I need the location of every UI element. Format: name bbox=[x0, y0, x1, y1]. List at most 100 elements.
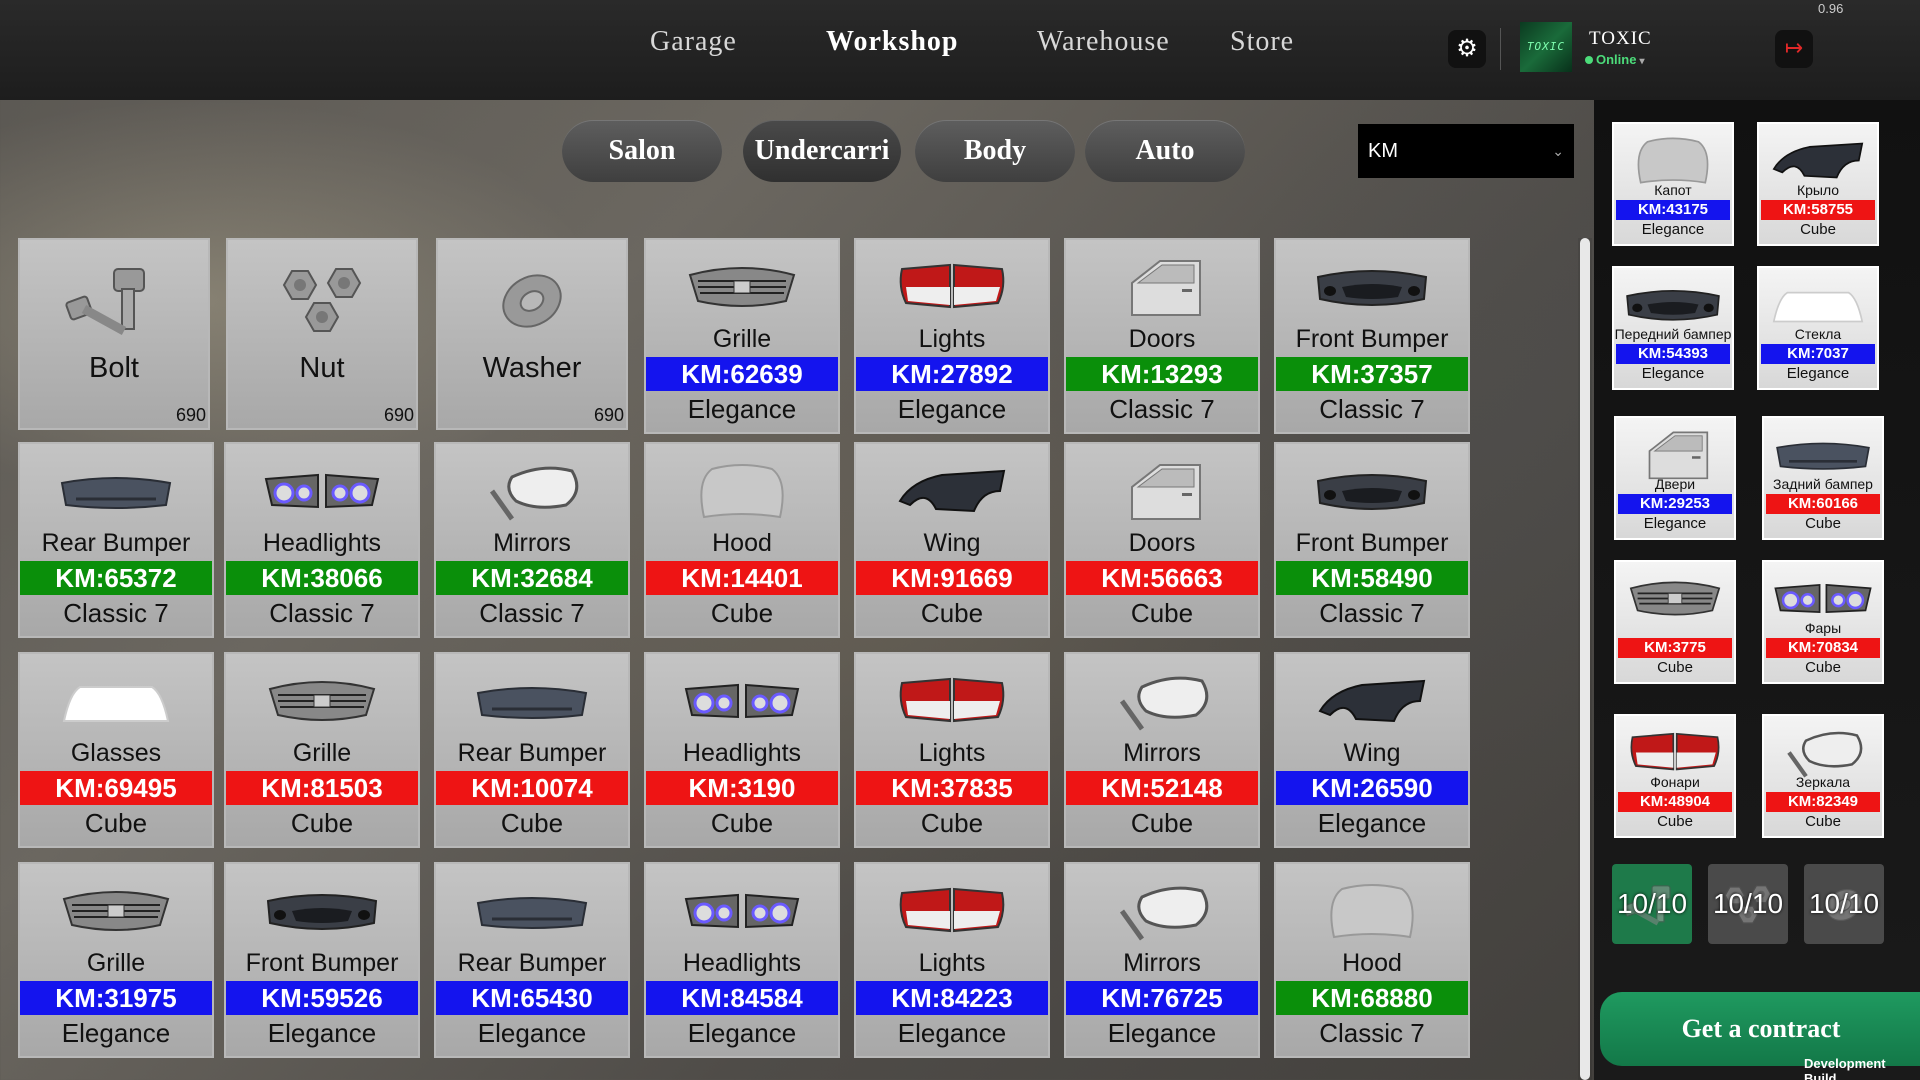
avatar[interactable]: TOXIC bbox=[1520, 22, 1572, 72]
part-card[interactable]: Wing KM:26590 Elegance bbox=[1274, 652, 1470, 848]
part-card[interactable]: Grille KM:81503 Cube bbox=[224, 652, 420, 848]
part-card[interactable]: Rear Bumper KM:65372 Classic 7 bbox=[18, 442, 214, 638]
km-badge: KM:14401 bbox=[646, 561, 838, 595]
part-card[interactable]: Headlights KM:3190 Cube bbox=[644, 652, 840, 848]
required-part-card[interactable]: Задний бампер KM:60166 Cube bbox=[1762, 416, 1884, 540]
part-name: Wing bbox=[923, 529, 981, 557]
part-card[interactable]: Doors KM:56663 Cube bbox=[1064, 442, 1260, 638]
part-card[interactable]: Bolt 690 bbox=[18, 238, 210, 430]
part-card[interactable]: Headlights KM:84584 Elegance bbox=[644, 862, 840, 1058]
part-card[interactable]: Wing KM:91669 Cube bbox=[854, 442, 1050, 638]
km-badge: KM:84223 bbox=[856, 981, 1048, 1015]
required-part-variant: Elegance bbox=[1641, 365, 1705, 382]
hardware-slot[interactable]: 10/10 bbox=[1804, 864, 1884, 944]
required-part-card[interactable]: Крыло KM:58755 Cube bbox=[1757, 122, 1879, 246]
headlights-icon bbox=[646, 666, 838, 736]
part-name: Hood bbox=[712, 529, 772, 557]
required-part-name: Зеркала bbox=[1795, 774, 1851, 790]
tab-salon[interactable]: Salon bbox=[562, 120, 722, 182]
part-variant: Classic 7 bbox=[479, 598, 585, 628]
part-card[interactable]: Headlights KM:38066 Classic 7 bbox=[224, 442, 420, 638]
exit-button[interactable]: ↦ bbox=[1775, 30, 1813, 68]
part-name: Lights bbox=[918, 739, 986, 767]
part-card[interactable]: Washer 690 bbox=[436, 238, 628, 430]
headlights-icon bbox=[226, 456, 418, 526]
part-name: Hood bbox=[1342, 949, 1402, 977]
required-part-card[interactable]: Стекла KM:7037 Elegance bbox=[1757, 266, 1879, 390]
required-part-card[interactable]: Капот KM:43175 Elegance bbox=[1612, 122, 1734, 246]
part-card[interactable]: Grille KM:31975 Elegance bbox=[18, 862, 214, 1058]
part-name: Lights bbox=[918, 949, 986, 977]
scrollbar-thumb[interactable] bbox=[1580, 238, 1590, 1080]
part-name: Mirrors bbox=[1123, 949, 1201, 977]
part-card[interactable]: Hood KM:68880 Classic 7 bbox=[1274, 862, 1470, 1058]
part-count: 690 bbox=[383, 405, 414, 425]
part-card[interactable]: Mirrors KM:52148 Cube bbox=[1064, 652, 1260, 848]
required-part-card[interactable]: Передний бампер KM:54393 Elegance bbox=[1612, 266, 1734, 390]
wing-icon bbox=[856, 456, 1048, 526]
part-variant: Cube bbox=[710, 808, 774, 838]
required-part-card[interactable]: Двери KM:29253 Elegance bbox=[1614, 416, 1736, 540]
required-part-card[interactable]: Фары KM:70834 Cube bbox=[1762, 560, 1884, 684]
part-variant: Elegance bbox=[687, 394, 797, 424]
part-card[interactable]: Lights KM:84223 Elegance bbox=[854, 862, 1050, 1058]
part-card[interactable]: Mirrors KM:32684 Classic 7 bbox=[434, 442, 630, 638]
mirror-icon bbox=[436, 456, 628, 526]
hood-icon bbox=[646, 456, 838, 526]
part-variant: Cube bbox=[710, 598, 774, 628]
gear-icon: ⚙ bbox=[1456, 35, 1478, 62]
part-variant: Elegance bbox=[477, 1018, 587, 1048]
part-card[interactable]: Front Bumper KM:37357 Classic 7 bbox=[1274, 238, 1470, 434]
part-name: Grille bbox=[712, 325, 772, 353]
required-part-card[interactable]: KM:3775 Cube bbox=[1614, 560, 1736, 684]
get-contract-button[interactable]: Get a contract bbox=[1600, 992, 1920, 1066]
hardware-slot[interactable]: 10/10 bbox=[1708, 864, 1788, 944]
part-card[interactable]: Hood KM:14401 Cube bbox=[644, 442, 840, 638]
nav-warehouse[interactable]: Warehouse bbox=[1037, 26, 1170, 58]
part-card[interactable]: Doors KM:13293 Classic 7 bbox=[1064, 238, 1260, 434]
part-card[interactable]: Lights KM:27892 Elegance bbox=[854, 238, 1050, 434]
part-variant: Cube bbox=[500, 808, 564, 838]
part-card[interactable]: Nut 690 bbox=[226, 238, 418, 430]
washer-icon bbox=[438, 252, 626, 348]
part-card[interactable]: Rear Bumper KM:10074 Cube bbox=[434, 652, 630, 848]
hardware-slot[interactable]: 10/10 bbox=[1612, 864, 1692, 944]
km-badge: KM:81503 bbox=[226, 771, 418, 805]
part-name: Washer bbox=[482, 352, 582, 384]
part-name: Grille bbox=[292, 739, 352, 767]
status-badge[interactable]: Online ▾ bbox=[1585, 52, 1644, 67]
part-card[interactable]: Front Bumper KM:59526 Elegance bbox=[224, 862, 420, 1058]
required-part-card[interactable]: Фонари KM:48904 Cube bbox=[1614, 714, 1736, 838]
km-badge: KM:70834 bbox=[1766, 638, 1880, 658]
hood-icon bbox=[1276, 876, 1468, 946]
km-badge: KM:43175 bbox=[1616, 200, 1730, 220]
tab-body[interactable]: Body bbox=[915, 120, 1075, 182]
part-name: Rear Bumper bbox=[457, 739, 607, 767]
part-card[interactable]: Rear Bumper KM:65430 Elegance bbox=[434, 862, 630, 1058]
tab-auto[interactable]: Auto bbox=[1085, 120, 1245, 182]
part-variant: Classic 7 bbox=[1319, 598, 1425, 628]
nav-store[interactable]: Store bbox=[1230, 26, 1294, 58]
nav-garage[interactable]: Garage bbox=[650, 26, 737, 58]
part-name: Rear Bumper bbox=[457, 949, 607, 977]
required-part-variant: Cube bbox=[1657, 813, 1693, 830]
settings-button[interactable]: ⚙ bbox=[1448, 30, 1486, 68]
part-card[interactable]: Mirrors KM:76725 Elegance bbox=[1064, 862, 1260, 1058]
grille-icon bbox=[226, 666, 418, 736]
part-card[interactable]: Grille KM:62639 Elegance bbox=[644, 238, 840, 434]
headlights-icon bbox=[646, 876, 838, 946]
sort-dropdown[interactable]: KM ⌄ bbox=[1358, 124, 1574, 178]
part-card[interactable]: Glasses KM:69495 Cube bbox=[18, 652, 214, 848]
km-badge: KM:54393 bbox=[1616, 344, 1730, 364]
divider bbox=[1500, 28, 1501, 70]
km-badge: KM:58490 bbox=[1276, 561, 1468, 595]
part-card[interactable]: Front Bumper KM:58490 Classic 7 bbox=[1274, 442, 1470, 638]
part-variant: Cube bbox=[290, 808, 354, 838]
part-card[interactable]: Lights KM:37835 Cube bbox=[854, 652, 1050, 848]
required-part-card[interactable]: Зеркала KM:82349 Cube bbox=[1762, 714, 1884, 838]
part-name: Headlights bbox=[682, 739, 802, 767]
nav-workshop[interactable]: Workshop bbox=[826, 26, 959, 58]
km-badge: KM:32684 bbox=[436, 561, 628, 595]
part-name: Lights bbox=[918, 325, 986, 353]
tab-undercarriage[interactable]: Undercarri bbox=[743, 120, 901, 182]
